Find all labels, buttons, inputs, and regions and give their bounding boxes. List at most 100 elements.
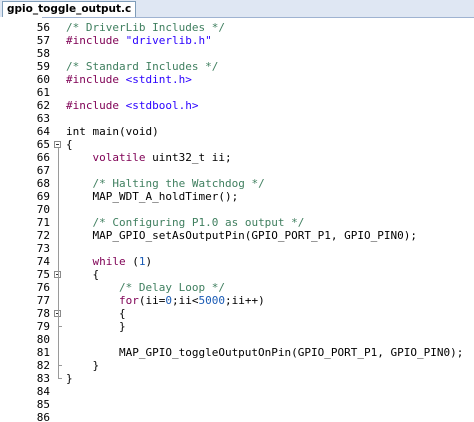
code-line[interactable]: 83}: [0, 372, 474, 385]
code-line[interactable]: 80: [0, 333, 474, 346]
code-line[interactable]: 66 volatile uint32_t ii;: [0, 151, 474, 164]
code-token: while: [92, 255, 126, 268]
code-text: /* Configuring P1.0 as output */: [66, 216, 305, 229]
line-number: 85: [36, 398, 50, 411]
code-line[interactable]: 72 MAP_GPIO_setAsOutputPin(GPIO_PORT_P1,…: [0, 229, 474, 242]
code-token: volatile: [92, 151, 146, 164]
line-number: 79: [36, 320, 50, 333]
code-token: ;ii<: [171, 294, 199, 307]
code-line[interactable]: 81 MAP_GPIO_toggleOutputOnPin(GPIO_PORT_…: [0, 346, 474, 359]
line-number: 66: [36, 151, 50, 164]
code-text: #include <stdbool.h>: [66, 99, 198, 112]
line-number: 60: [36, 73, 50, 86]
fold-collapse-icon[interactable]: [54, 141, 61, 148]
code-line[interactable]: 62 #include <stdbool.h>: [0, 99, 474, 112]
code-line[interactable]: 77 for(ii=0;ii<5000;ii++): [0, 294, 474, 307]
code-line[interactable]: 64 int main(void): [0, 125, 474, 138]
code-token: /* Delay Loop */: [118, 281, 225, 294]
code-token: }: [66, 359, 100, 372]
code-text: }: [66, 372, 73, 385]
code-text: }: [66, 359, 99, 372]
code-line[interactable]: 60 #include <stdint.h>: [0, 73, 474, 86]
code-line[interactable]: 57 #include "driverlib.h": [0, 34, 474, 47]
fold-end-marker: [58, 378, 62, 379]
line-number: 80: [36, 333, 50, 346]
line-number: 71: [36, 216, 50, 229]
code-line[interactable]: 70: [0, 203, 474, 216]
code-token: #include: [66, 99, 126, 112]
line-number: 65: [36, 138, 50, 151]
code-token: (: [125, 255, 139, 268]
code-token: /* Configuring P1.0 as output */: [92, 216, 305, 229]
code-line[interactable]: 73: [0, 242, 474, 255]
code-line[interactable]: 84: [0, 385, 474, 398]
line-number: 73: [36, 242, 50, 255]
code-editor-window: gpio_toggle_output.c 56 /* DriverLib Incl…: [0, 0, 474, 422]
line-number: 57: [36, 34, 50, 47]
line-number: 56: [36, 21, 50, 34]
code-line[interactable]: 76 /* Delay Loop */: [0, 281, 474, 294]
fold-guide-line: [58, 148, 59, 378]
code-text: MAP_WDT_A_holdTimer();: [66, 190, 238, 203]
line-number: 86: [36, 411, 50, 422]
line-number: 78: [36, 307, 50, 320]
code-text: volatile uint32_t ii;: [66, 151, 232, 164]
line-number: 81: [36, 346, 50, 359]
code-area[interactable]: 56 /* DriverLib Includes */ 57 #include "dr…: [0, 17, 474, 422]
code-line[interactable]: 58: [0, 47, 474, 60]
line-number: 77: [36, 294, 50, 307]
code-line[interactable]: 79 }: [0, 320, 474, 333]
line-number: 63: [36, 112, 50, 125]
code-line[interactable]: 59 /* Standard Includes */: [0, 60, 474, 73]
code-token: (ii=: [138, 294, 166, 307]
code-line[interactable]: 65 {: [0, 138, 474, 151]
code-token: MAP_GPIO_toggleOutputOnPin(GPIO_PORT_P1,…: [66, 346, 464, 359]
code-line[interactable]: 86: [0, 411, 474, 422]
line-number: 74: [36, 255, 50, 268]
code-token: int main(void): [66, 125, 159, 138]
line-number: 64: [36, 125, 50, 138]
line-number: 75: [36, 268, 50, 281]
code-token: 5000: [198, 294, 225, 307]
code-line[interactable]: 63: [0, 112, 474, 125]
code-text: }: [66, 320, 126, 333]
editor-tab-gpio-toggle-output[interactable]: gpio_toggle_output.c: [2, 1, 137, 17]
code-token: {: [66, 307, 126, 320]
line-number: 61: [36, 86, 50, 99]
code-line[interactable]: 78 {: [0, 307, 474, 320]
line-number: 76: [36, 281, 50, 294]
line-number: 69: [36, 190, 50, 203]
code-line[interactable]: 85: [0, 398, 474, 411]
line-number: 82: [36, 359, 50, 372]
code-token: #include: [66, 34, 126, 47]
code-token: {: [66, 268, 100, 281]
code-token: /* DriverLib Includes */: [66, 21, 225, 34]
code-line[interactable]: 67: [0, 164, 474, 177]
code-token: 0: [165, 294, 172, 307]
code-line[interactable]: 69 MAP_WDT_A_holdTimer();: [0, 190, 474, 203]
code-line[interactable]: 68 /* Halting the Watchdog */: [0, 177, 474, 190]
code-token: ): [145, 255, 153, 268]
code-line[interactable]: 71 /* Configuring P1.0 as output */: [0, 216, 474, 229]
code-token: }: [66, 320, 126, 333]
code-text: {: [66, 138, 73, 151]
line-number: 59: [36, 60, 50, 73]
code-token: MAP_WDT_A_holdTimer();: [66, 190, 239, 203]
line-number: 67: [36, 164, 50, 177]
code-text: while (1): [66, 255, 153, 268]
code-line[interactable]: 75 {: [0, 268, 474, 281]
code-line[interactable]: 74 while (1): [0, 255, 474, 268]
line-number: 62: [36, 99, 50, 112]
code-line[interactable]: 56 /* DriverLib Includes */: [0, 21, 474, 34]
code-token: <stdbool.h>: [125, 99, 199, 112]
code-token: {: [66, 138, 73, 151]
code-token: MAP_GPIO_setAsOutputPin(GPIO_PORT_P1, GP…: [66, 229, 417, 242]
code-line[interactable]: 82 }: [0, 359, 474, 372]
code-token: uint32_t ii;: [145, 151, 232, 164]
code-text: #include "driverlib.h": [66, 34, 212, 47]
code-line[interactable]: 61: [0, 86, 474, 99]
